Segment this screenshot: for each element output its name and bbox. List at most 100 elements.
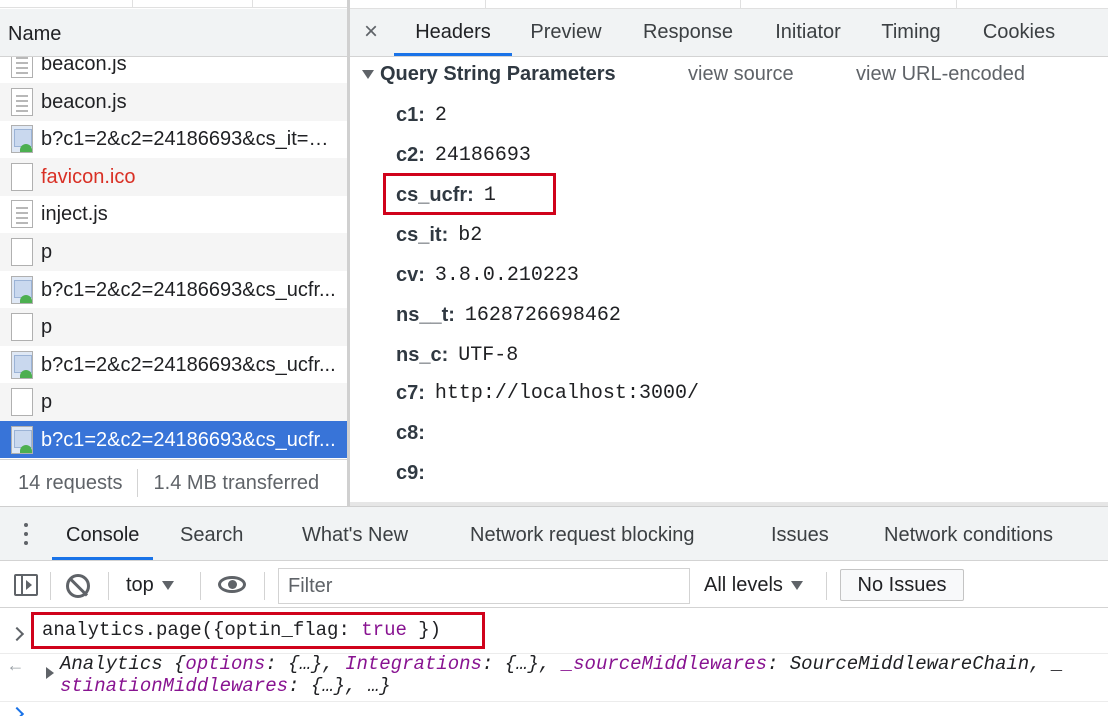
param-key: c9: (396, 461, 425, 484)
request-name: b?c1=2&c2=24186693&cs_ucfr... (41, 278, 336, 301)
top-strip (0, 0, 347, 8)
request-row[interactable]: p (0, 308, 347, 346)
chevron-down-icon (790, 581, 803, 591)
clear-console-icon[interactable] (66, 574, 90, 598)
tab-whats-new[interactable]: What's New (302, 507, 408, 560)
active-prompt-icon[interactable] (9, 706, 25, 716)
request-list: beacon.js beacon.js b?c1=2&c2=24186693&cs_… (0, 57, 347, 458)
toolbar-divider (826, 572, 827, 600)
collapse-triangle-icon[interactable] (362, 69, 374, 79)
expand-triangle-icon[interactable] (46, 667, 54, 679)
param-key: c8: (396, 421, 425, 444)
request-name: p (41, 240, 53, 263)
request-row[interactable]: beacon.js (0, 57, 347, 83)
request-row[interactable]: b?c1=2&c2=24186693&cs_ucfr... (0, 346, 347, 384)
highlight-box (31, 612, 485, 649)
param-row: c8: (396, 419, 435, 447)
request-detail-pane: × Headers Preview Response Initiator Tim… (350, 0, 1108, 506)
param-value: http://localhost:3000/ (434, 381, 699, 405)
console-toolbar: top All levels No Issues (0, 562, 1108, 608)
more-options-icon[interactable] (24, 523, 29, 549)
eye-icon[interactable] (218, 576, 246, 593)
toolbar-divider (200, 572, 201, 600)
object-text: Analytics { (60, 653, 186, 675)
name-column-header[interactable]: Name (0, 9, 347, 57)
log-levels-dropdown[interactable]: All levels (704, 570, 803, 600)
param-row: c9: (396, 459, 435, 487)
tab-issues[interactable]: Issues (771, 507, 829, 560)
tab-headers[interactable]: Headers (394, 9, 512, 56)
row-divider (0, 701, 1108, 702)
param-key: cs_it: (396, 223, 449, 246)
request-row[interactable]: b?c1=2&c2=24186693&cs_ucfr... (0, 271, 347, 309)
param-row: cs_it: b2 (396, 221, 482, 249)
tab-timing[interactable]: Timing (872, 9, 950, 56)
close-icon[interactable]: × (364, 18, 378, 46)
tab-search[interactable]: Search (180, 507, 243, 560)
tab-cookies[interactable]: Cookies (974, 9, 1064, 56)
highlight-box (383, 173, 556, 215)
request-row[interactable]: favicon.ico (0, 158, 347, 196)
request-row[interactable]: b?c1=2&c2=24186693&cs_it=b2... (0, 120, 347, 158)
object-property-name: options (185, 653, 266, 675)
request-row[interactable]: b?c1=2&c2=24186693&cs_ucfr... (0, 421, 347, 458)
blank-file-icon (11, 313, 33, 341)
request-name: b?c1=2&c2=24186693&cs_it=b2... (41, 127, 337, 150)
request-row[interactable]: inject.js (0, 195, 347, 233)
request-row[interactable]: p (0, 233, 347, 271)
object-text: : SourceMiddlewareChain, _ (766, 653, 1064, 675)
param-key: cv: (396, 263, 425, 286)
top-strip (350, 0, 1108, 9)
request-name: p (41, 390, 53, 413)
image-file-icon (11, 351, 33, 379)
request-name: p (41, 315, 53, 338)
view-url-encoded-link[interactable]: view URL-encoded (856, 63, 1025, 86)
param-key: c2: (396, 143, 425, 166)
return-value-icon: ← (10, 657, 21, 677)
tab-initiator[interactable]: Initiator (764, 9, 852, 56)
sidebar-toggle-icon[interactable] (14, 574, 38, 596)
context-selector[interactable]: top (126, 570, 174, 600)
script-file-icon (11, 57, 33, 78)
issues-button[interactable]: No Issues (840, 569, 964, 601)
result-object-line[interactable]: stinationMiddlewares: {…}, …} (60, 675, 391, 697)
query-string-section-header[interactable]: Query String Parameters view source view… (362, 60, 1025, 88)
object-text: : {…}, …} (288, 675, 391, 697)
param-row: c1: 2 (396, 101, 447, 129)
filter-input[interactable] (278, 568, 690, 604)
param-row: cv: 3.8.0.210223 (396, 261, 579, 289)
request-name: inject.js (41, 202, 108, 225)
param-key: c1: (396, 103, 425, 126)
request-name: b?c1=2&c2=24186693&cs_ucfr... (41, 428, 336, 451)
result-object-line[interactable]: Analytics {options: {…}, Integrations: {… (60, 653, 1063, 675)
request-name: beacon.js (41, 90, 127, 113)
list-status-bar: 14 requests 1.4 MB transferred (0, 459, 347, 506)
param-value: 1628726698462 (464, 303, 621, 327)
blank-file-icon (11, 388, 33, 416)
transferred-size: 1.4 MB transferred (153, 471, 320, 494)
param-value: 2 (434, 103, 447, 127)
toolbar-divider (264, 572, 265, 600)
tab-network-conditions[interactable]: Network conditions (884, 507, 1053, 560)
request-count: 14 requests (0, 469, 138, 497)
tab-preview[interactable]: Preview (520, 9, 612, 56)
view-source-link[interactable]: view source (688, 63, 794, 86)
image-file-icon (11, 125, 33, 153)
request-row[interactable]: beacon.js (0, 83, 347, 121)
param-key: ns_c: (396, 343, 449, 366)
request-name: favicon.ico (41, 165, 136, 188)
request-list-pane: Name beacon.js beacon.js b?c1=2&c2=2418669… (0, 0, 347, 506)
object-property-name: _sourceMiddlewares (561, 653, 767, 675)
object-text: : {…}, (265, 653, 346, 675)
object-text: : {…}, (481, 653, 562, 675)
blank-file-icon (11, 163, 33, 191)
console-drawer: Console Search What's New Network reques… (0, 506, 1108, 716)
object-property-name: stinationMiddlewares (60, 675, 289, 697)
tab-network-request-blocking[interactable]: Network request blocking (470, 507, 695, 560)
context-label: top (126, 574, 154, 596)
tab-response[interactable]: Response (632, 9, 744, 56)
param-value: b2 (458, 223, 483, 247)
request-row[interactable]: p (0, 383, 347, 421)
tab-console[interactable]: Console (52, 507, 154, 560)
toolbar-divider (50, 572, 51, 600)
